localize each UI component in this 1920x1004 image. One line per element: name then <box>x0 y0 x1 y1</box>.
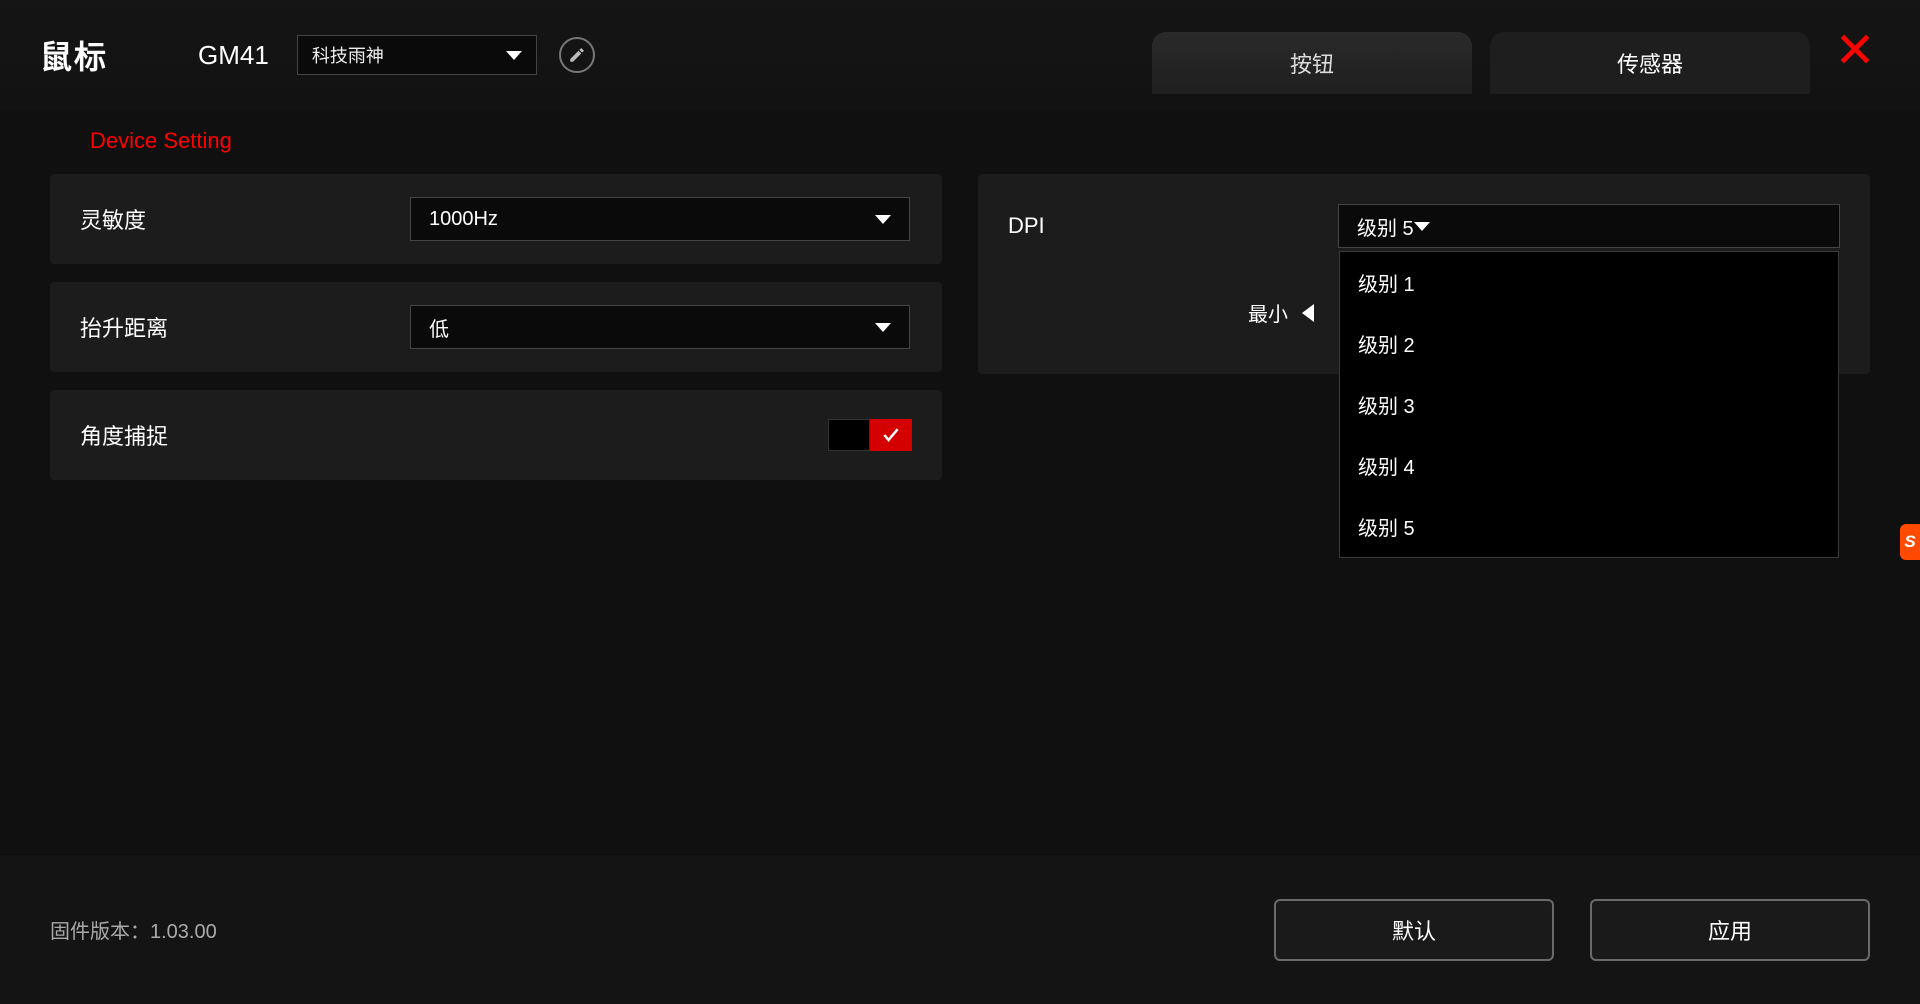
dpi-label: DPI <box>1008 213 1338 239</box>
dpi-level-selected: 级别 5 <box>1357 212 1414 241</box>
dpi-option-2[interactable]: 级别 2 <box>1340 313 1838 374</box>
section-title: Device Setting <box>90 128 1870 154</box>
dpi-option-3[interactable]: 级别 3 <box>1340 374 1838 435</box>
caret-down-icon <box>1414 222 1430 231</box>
dpi-dropdown: 级别 1 级别 2 级别 3 级别 4 级别 5 <box>1339 251 1839 558</box>
lift-off-distance-panel: 抬升距离 低 <box>50 282 942 372</box>
profile-selected-label: 科技雨神 <box>312 42 384 68</box>
angle-snap-panel: 角度捕捉 <box>50 390 942 480</box>
dpi-panel: DPI 级别 5 级别 1 级别 2 级别 3 级别 4 级别 5 <box>978 174 1870 374</box>
polling-rate-label: 灵敏度 <box>80 203 410 235</box>
close-icon <box>1836 30 1874 68</box>
lift-off-distance-select[interactable]: 低 <box>410 305 910 349</box>
tab-button[interactable]: 按钮 <box>1152 32 1472 94</box>
close-button[interactable] <box>1836 30 1874 73</box>
caret-down-icon <box>506 51 522 60</box>
apply-button[interactable]: 应用 <box>1590 899 1870 961</box>
dpi-option-1[interactable]: 级别 1 <box>1340 252 1838 313</box>
pencil-icon <box>568 46 586 64</box>
angle-snap-label: 角度捕捉 <box>80 419 410 451</box>
tab-sensor[interactable]: 传感器 <box>1490 32 1810 94</box>
side-widget-tab[interactable]: S <box>1900 524 1920 560</box>
lift-off-distance-label: 抬升距离 <box>80 311 410 343</box>
lift-off-distance-value: 低 <box>429 313 449 342</box>
device-type-title: 鼠标 <box>40 32 108 78</box>
toggle-on-segment[interactable] <box>870 419 912 451</box>
profile-select[interactable]: 科技雨神 <box>297 35 537 75</box>
firmware-version: 固件版本：1.03.00 <box>50 915 217 944</box>
default-button[interactable]: 默认 <box>1274 899 1554 961</box>
caret-down-icon <box>875 323 891 332</box>
header-bar: 鼠标 GM41 科技雨神 按钮 传感器 <box>0 0 1920 110</box>
dpi-level-select[interactable]: 级别 5 级别 1 级别 2 级别 3 级别 4 级别 5 <box>1338 204 1840 248</box>
edit-profile-button[interactable] <box>559 37 595 73</box>
device-model: GM41 <box>198 40 269 71</box>
polling-rate-select[interactable]: 1000Hz <box>410 197 910 241</box>
main-content: Device Setting 灵敏度 1000Hz 抬升距离 低 角度捕捉 <box>0 110 1920 854</box>
dpi-min-label: 最小 <box>1248 298 1288 327</box>
angle-snap-toggle[interactable] <box>828 419 912 451</box>
polling-rate-value: 1000Hz <box>429 208 498 231</box>
check-icon <box>881 425 901 445</box>
dpi-option-5[interactable]: 级别 5 <box>1340 496 1838 557</box>
footer-bar: 固件版本：1.03.00 默认 应用 <box>0 854 1920 1004</box>
main-tabs: 按钮 传感器 <box>1152 32 1810 94</box>
polling-rate-panel: 灵敏度 1000Hz <box>50 174 942 264</box>
toggle-off-segment[interactable] <box>828 419 870 451</box>
dpi-decrease-arrow[interactable] <box>1302 304 1314 322</box>
caret-down-icon <box>875 215 891 224</box>
dpi-option-4[interactable]: 级别 4 <box>1340 435 1838 496</box>
